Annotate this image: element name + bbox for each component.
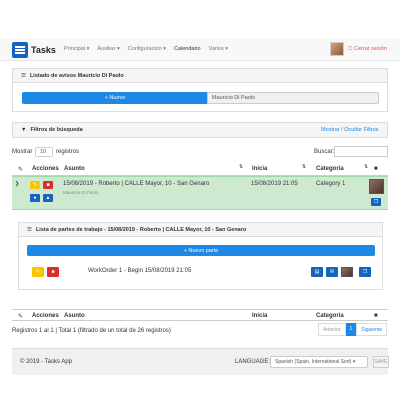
filters-panel: ▼ Filtros de búsqueda Mostrar / Ocultar … — [12, 122, 388, 138]
wrench-icon: ✎ — [18, 314, 24, 320]
table-info: Registros 1 al 1 | Total 1 (filtrado de … — [12, 328, 171, 334]
menu-auxiliar[interactable]: Auxiliar ▾ — [97, 46, 119, 52]
sort-icon[interactable]: ⇅ — [364, 164, 368, 170]
filters-title: Filtros de búsqueda — [30, 127, 83, 133]
email-button[interactable]: ✉ — [326, 267, 338, 277]
avisos-panel: ☰ Listado de avisos Mauricio Di Paolo + … — [12, 68, 388, 112]
tasks-logo-icon — [12, 42, 28, 58]
row-author: Mauricio Di Paolo — [63, 190, 99, 195]
menu-principal[interactable]: Principal ▾ — [64, 46, 89, 52]
navbar: Tasks Principal ▾ Auxiliar ▾ Configuraci… — [0, 39, 400, 61]
comment-button[interactable]: ● — [30, 194, 40, 202]
photo-thumbnail[interactable] — [369, 179, 384, 194]
delete-button[interactable]: ■ — [47, 267, 59, 277]
menu-varios[interactable]: Varios ▾ — [209, 46, 228, 52]
footer: © 2019 - Tasks App LANGUAGE: Spanish (Sp… — [12, 348, 389, 375]
workorders-title: Lista de partes de trabajo - 15/08/2019 … — [35, 226, 247, 233]
expand-icon[interactable]: ❯ — [15, 181, 19, 187]
user-select[interactable]: Mauricio Di Paolo — [207, 92, 379, 104]
workorder-item: WorkOrder 1 - Begin 15/08/2019 21:05 — [88, 268, 192, 274]
edit-button[interactable]: ✎ — [30, 181, 40, 189]
brand[interactable]: Tasks — [12, 42, 56, 58]
col-acciones: Acciones — [32, 313, 59, 319]
toggle-filters-link[interactable]: Mostrar / Ocultar Filtros — [321, 127, 378, 133]
table-row[interactable]: ❯ ✎ ■ ● ▲ 15/08/2019 - Roberto | CALLE M… — [12, 176, 388, 210]
records-label: registros — [56, 149, 80, 155]
menu-configuracion[interactable]: Configuración ▾ — [128, 46, 166, 52]
avatar[interactable] — [330, 42, 344, 56]
brand-name: Tasks — [31, 45, 56, 55]
col-inicia: Inicia — [252, 313, 268, 319]
next-page-button[interactable]: Siguiente — [356, 323, 388, 336]
avisos-title: Listado de avisos Mauricio Di Paolo — [29, 72, 124, 79]
save-button[interactable]: SAVE — [373, 356, 389, 368]
col-inicia[interactable]: Inicia — [252, 166, 267, 172]
copyright: © 2019 - Tasks App — [20, 359, 73, 365]
row-subject: 15/08/2019 - Roberto | CALLE Mayor, 10 -… — [63, 181, 210, 187]
pdf-button[interactable]: ▤ — [311, 267, 323, 277]
workorders-panel-header: ☰ Lista de partes de trabajo - 15/08/201… — [19, 223, 382, 237]
new-aviso-button[interactable]: + Nuevo — [22, 92, 208, 104]
photo-thumbnail[interactable] — [341, 267, 353, 277]
camera-icon: ■ — [374, 166, 378, 172]
col-asunto[interactable]: Asunto — [64, 166, 85, 172]
language-label: LANGUAGE: — [235, 359, 271, 365]
row-start: 15/08/2019 21:05 — [251, 181, 298, 187]
wrench-icon: ✎ — [18, 167, 24, 173]
copy-button[interactable]: ❐ — [359, 267, 371, 277]
assign-user-button[interactable]: ▲ — [43, 194, 53, 202]
page-1-button[interactable]: 1 — [345, 323, 357, 336]
new-workorder-button[interactable]: + Nuevo parte — [27, 245, 375, 256]
camera-icon: ■ — [374, 313, 378, 319]
delete-button[interactable]: ■ — [43, 181, 53, 189]
list-icon: ☰ — [21, 72, 26, 79]
col-asunto: Asunto — [64, 313, 85, 319]
language-select[interactable]: Spanish (Spain, International Sort) ▾ — [270, 356, 368, 368]
list-icon: ☰ — [27, 226, 32, 233]
page-size-select[interactable]: 10 — [35, 147, 53, 157]
main-menu: Principal ▾ Auxiliar ▾ Configuración ▾ C… — [64, 46, 236, 52]
show-label: Mostrar — [12, 149, 33, 155]
filter-icon: ▼ — [21, 127, 27, 133]
col-categoria: Categoría — [316, 313, 344, 319]
pagination: Anterior 1 Siguiente — [318, 323, 388, 336]
sort-icon[interactable]: ⇅ — [239, 164, 243, 170]
avisos-panel-header: ☰ Listado de avisos Mauricio Di Paolo — [13, 69, 387, 83]
copy-button[interactable]: ❐ — [371, 198, 381, 206]
row-category: Category 1 — [316, 181, 346, 187]
col-acciones[interactable]: Acciones — [32, 166, 59, 172]
table-header: ✎ Acciones Asunto ⇅ Inicia ⇅ Categoría ⇅… — [12, 163, 388, 176]
logout-link[interactable]: ⎋ Cerrar sesión — [348, 46, 387, 53]
workorders-panel: ☰ Lista de partes de trabajo - 15/08/201… — [18, 222, 383, 290]
sort-icon[interactable]: ⇅ — [302, 164, 306, 170]
menu-calendario[interactable]: Calendario — [174, 46, 201, 52]
search-input[interactable] — [334, 146, 388, 157]
search-label: Buscar: — [314, 149, 335, 155]
prev-page-button[interactable]: Anterior — [318, 323, 346, 336]
col-categoria[interactable]: Categoría — [316, 166, 344, 172]
table-footer-header: ✎ Acciones Asunto Inicia Categoría ■ — [12, 309, 388, 321]
edit-button[interactable]: ✎ — [32, 267, 44, 277]
